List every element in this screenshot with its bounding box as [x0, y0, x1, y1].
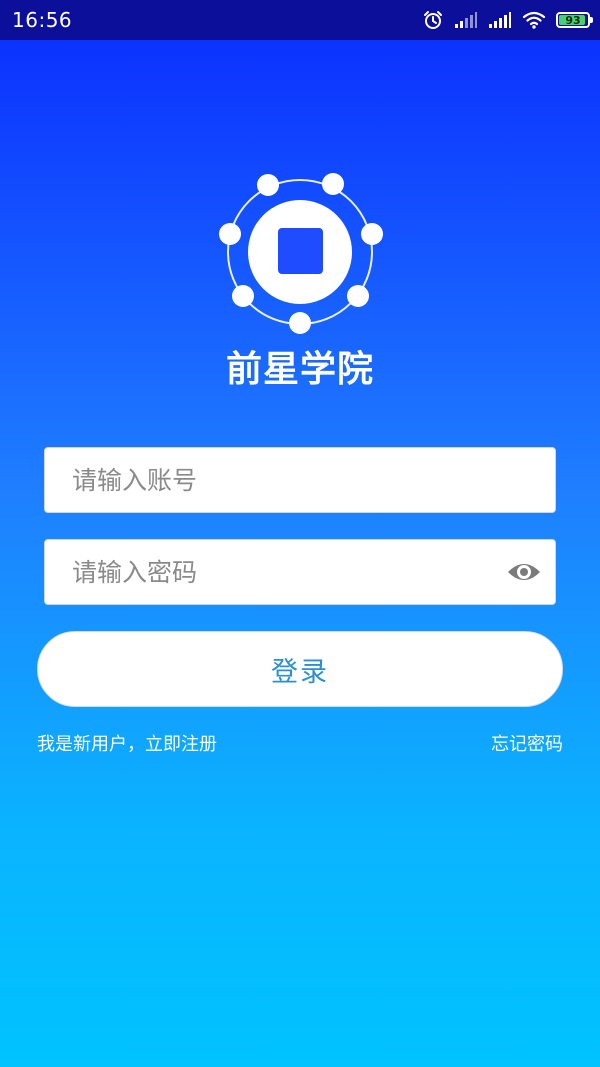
register-link[interactable]: 我是新用户，立即注册: [37, 730, 217, 756]
account-field[interactable]: [44, 447, 556, 513]
password-input[interactable]: [45, 542, 492, 602]
battery-icon: 93: [556, 12, 593, 28]
login-button[interactable]: 登录: [37, 631, 563, 707]
status-time: 16:56: [12, 8, 73, 32]
cellular-signal-icon: [454, 11, 478, 29]
app-logo-icon: [215, 170, 385, 335]
status-bar: 16:56 93: [0, 0, 600, 40]
cellular-signal-icon: [488, 11, 512, 29]
login-screen: 16:56 93 前星学院 请输入账号 登录 我是新用户，立即注册 忘记密码: [0, 0, 600, 1067]
wifi-icon: [522, 11, 546, 29]
eye-icon[interactable]: [507, 559, 541, 585]
alarm-clock-icon: [422, 9, 444, 31]
status-icons: 93: [422, 8, 593, 32]
forgot-password-link[interactable]: 忘记密码: [491, 730, 563, 756]
password-field[interactable]: [44, 539, 556, 605]
account-input[interactable]: [45, 450, 492, 510]
battery-level: 93: [565, 13, 581, 27]
app-title: 前星学院: [225, 349, 374, 390]
battery-tip: [590, 17, 593, 23]
